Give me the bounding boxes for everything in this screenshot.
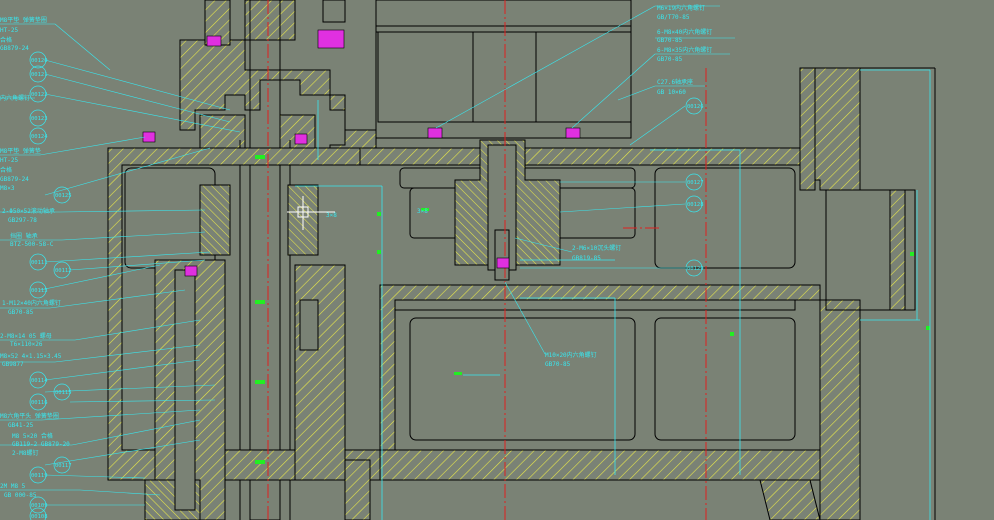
- callout-text: 3×8: [417, 208, 428, 215]
- balloon-text: 00111: [31, 260, 48, 266]
- callout-text: GB879-24: [0, 45, 29, 52]
- callout-text: 1-M12×40内六角螺钉: [2, 299, 61, 307]
- callout-text: M8六角平头 弹簧垫圈: [0, 412, 59, 420]
- callout-text: GB70-85: [8, 309, 34, 316]
- callout-text: 内六角螺钉: [0, 94, 30, 102]
- callout-text: GB70-85: [545, 361, 571, 368]
- top-motor-housing: [322, 0, 632, 139]
- callout-text: GB879-24: [0, 176, 29, 183]
- callout-text: GB/T70-85: [657, 14, 690, 21]
- callout-text: HT-25: [0, 27, 18, 34]
- balloon-text: 00108: [31, 514, 48, 520]
- balloon-text: 00129: [687, 266, 704, 272]
- balloon-text: 00115: [55, 390, 72, 396]
- balloon-text: 00120: [31, 58, 48, 64]
- balloon-text: 00127: [687, 180, 704, 186]
- callout-text: GB819-85: [572, 255, 601, 262]
- callout-text: 2-M8×14 05 螺母: [0, 332, 52, 340]
- callout-text: 6-M8×40内六角螺钉: [657, 28, 712, 36]
- callout-text: 2-M8螺钉: [12, 449, 38, 457]
- callout-text: 2-M6×10沉头螺钉: [572, 244, 621, 252]
- balloon-text: 00113: [31, 288, 48, 294]
- callout-text: 合格: [0, 166, 12, 174]
- callout-text: M8×52 4×1.15×3.45: [0, 353, 62, 360]
- callout-text: 3×8: [326, 212, 337, 219]
- cad-drawing-viewport[interactable]: 00120 00121 00122 00123 00124 00125 0011…: [0, 0, 994, 520]
- callout-text: M8平垫 弹簧垫: [0, 147, 41, 155]
- balloon-text: 00112: [55, 268, 72, 274]
- balloon-text: 00125: [55, 193, 72, 199]
- callout-text: M6×19内六角螺钉: [657, 4, 705, 12]
- callout-text: 6-M8×35内六角螺钉: [657, 46, 712, 54]
- callout-text: GB70-85: [657, 56, 683, 63]
- callout-text: M8×3: [0, 185, 15, 192]
- callout-text: GB 10×60: [657, 89, 686, 96]
- callout-text: T6×110×26: [10, 341, 43, 348]
- callout-text: GB70-85: [657, 37, 683, 44]
- callout-text: 2M M8 5: [0, 483, 26, 490]
- balloon-text: 00119: [31, 473, 48, 479]
- callout-text: GB41-25: [8, 422, 34, 429]
- callout-text: M8 5×20 合格: [12, 432, 53, 440]
- callout-text: M10×20内六角螺钉: [545, 351, 597, 359]
- balloon-text: 00122: [31, 92, 48, 98]
- left-callout-texts: M8平垫 弹簧垫圈 HT-25 合格 GB879-24 内六角螺钉 M8平垫 弹…: [0, 16, 70, 499]
- callout-text: 挡圈 轴承: [10, 232, 38, 240]
- callout-text: HT-25: [0, 157, 18, 164]
- balloon-text: 00123: [31, 116, 48, 122]
- balloon-text: 00116: [31, 400, 48, 406]
- balloon-text: 00117: [55, 463, 72, 469]
- balloon-text: 00109: [31, 503, 48, 509]
- upper-neck-section: [179, 0, 377, 151]
- cad-drawing-svg[interactable]: 00120 00121 00122 00123 00124 00125 0011…: [0, 0, 994, 520]
- callout-text: GB119-2 GB879-20: [12, 441, 70, 448]
- balloon-text: 00126: [687, 104, 704, 110]
- balloon-text: 00128: [687, 202, 704, 208]
- callout-text: GB9877: [2, 361, 24, 368]
- balloon-text: 00114: [31, 378, 48, 384]
- callout-text: 合格: [0, 36, 12, 44]
- callout-text: GB297-78: [8, 217, 37, 224]
- balloon-text: 00124: [31, 134, 48, 140]
- callout-text: 2-Φ50×52滚动轴承: [2, 207, 55, 215]
- balloon-text: 00121: [31, 72, 48, 78]
- callout-text: BTZ-500-58-C: [10, 241, 54, 248]
- callout-text: GB 000-85: [4, 492, 37, 499]
- callout-text: M8平垫 弹簧垫圈: [0, 16, 47, 24]
- callout-text: C27.6轴承座: [657, 78, 693, 86]
